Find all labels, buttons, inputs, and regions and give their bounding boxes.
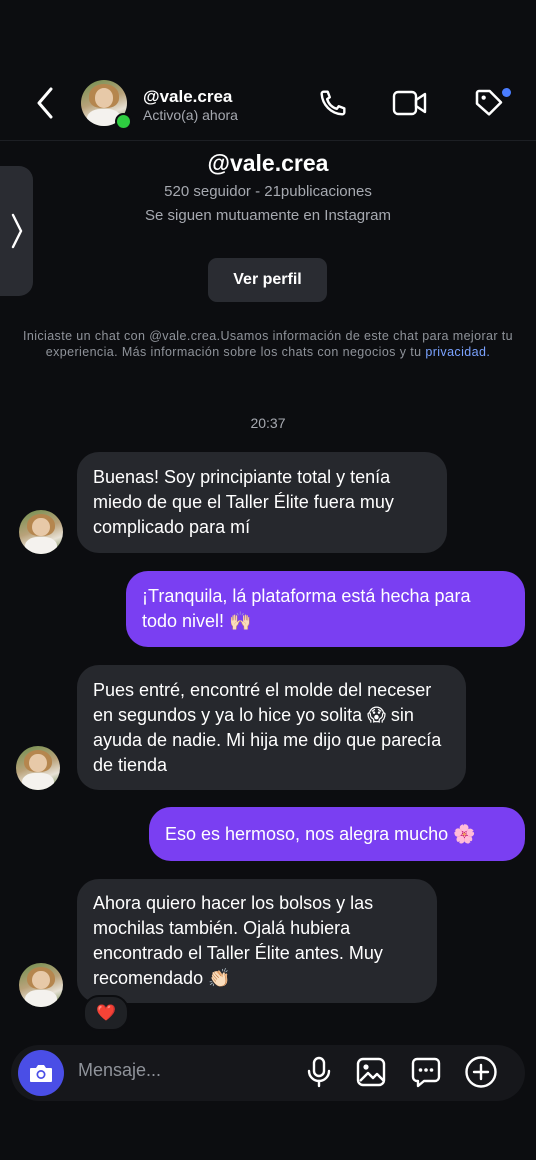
image-icon	[356, 1057, 386, 1087]
online-status-dot	[115, 113, 132, 130]
message-input[interactable]: Mensaje...	[78, 1060, 161, 1081]
sender-avatar[interactable]	[16, 746, 60, 790]
profile-mutual: Se siguen mutuamente en Instagram	[145, 207, 391, 224]
camera-button[interactable]	[18, 1050, 64, 1096]
call-button[interactable]	[314, 84, 352, 122]
sender-avatar[interactable]	[19, 510, 63, 554]
message-outgoing[interactable]: Eso es hermoso, nos alegra mucho 🌸	[149, 807, 525, 861]
message-incoming[interactable]: Buenas! Soy principiante total y tenía m…	[77, 452, 447, 553]
profile-name: @vale.crea	[207, 150, 329, 176]
header-username[interactable]: @vale.crea	[143, 87, 232, 107]
header-status: Activo(a) ahora	[143, 107, 238, 123]
heart-reaction[interactable]: ❤️	[83, 995, 129, 1031]
sender-avatar[interactable]	[19, 963, 63, 1007]
microphone-button[interactable]	[300, 1053, 338, 1091]
sticker-button[interactable]	[407, 1053, 445, 1091]
chat-timestamp: 20:37	[250, 415, 286, 431]
privacy-link[interactable]: privacidad.	[425, 345, 490, 359]
camera-icon	[30, 1065, 52, 1082]
business-chat-info: Iniciaste un chat con @vale.crea.Usamos …	[14, 328, 522, 360]
message-outgoing[interactable]: ¡Tranquila, lá plataforma está hecha par…	[126, 571, 525, 647]
plus-icon	[465, 1056, 497, 1088]
message-incoming[interactable]: Ahora quiero hacer los bolsos y las moch…	[77, 879, 437, 1003]
tag-icon	[475, 89, 503, 116]
profile-stats: 520 seguidor - 21publicaciones	[164, 183, 372, 200]
gallery-button[interactable]	[352, 1053, 390, 1091]
video-call-button[interactable]	[390, 84, 430, 122]
video-camera-icon	[392, 90, 427, 116]
view-profile-button[interactable]: Ver perfil	[208, 258, 327, 302]
microphone-icon	[307, 1056, 331, 1088]
phone-icon	[320, 90, 346, 116]
message-incoming[interactable]: Pues entré, encontré el molde del necese…	[77, 665, 466, 790]
back-button[interactable]	[30, 86, 60, 120]
back-chevron-icon	[37, 87, 53, 119]
header-divider	[0, 140, 536, 141]
add-button[interactable]	[462, 1053, 500, 1091]
notification-dot	[502, 88, 511, 97]
sticker-icon	[411, 1057, 441, 1088]
